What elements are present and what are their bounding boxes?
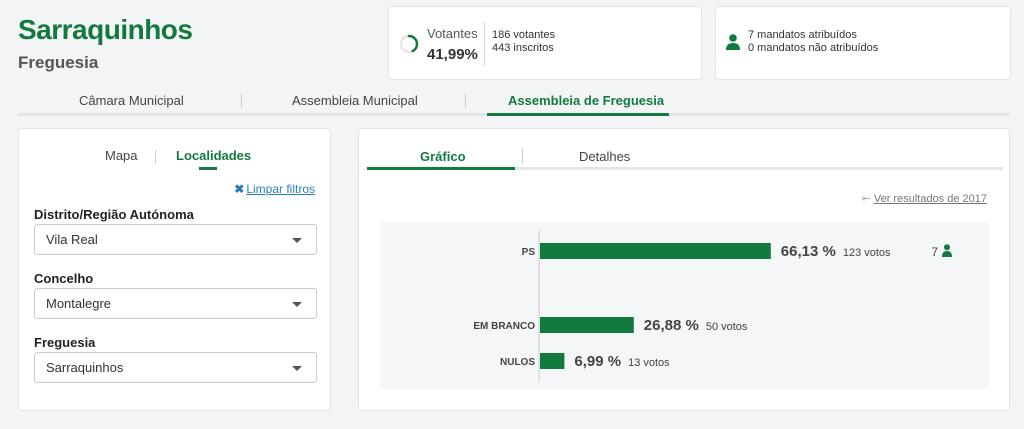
tab-grafico[interactable]: Gráfico (420, 149, 466, 164)
bar-votes-label: 13 votos (628, 357, 670, 369)
bar-category-label: PS (522, 247, 536, 258)
freguesia-select[interactable]: Sarraquinhos (34, 352, 317, 383)
tab-assembleia-freguesia[interactable]: Assembleia de Freguesia (508, 93, 664, 108)
bar-percent-label: 26,88 % (644, 317, 699, 334)
registered-count: 443 inscritos (492, 42, 554, 54)
tab-camara-municipal[interactable]: Câmara Municipal (79, 93, 184, 108)
distrito-label: Distrito/Região Autónoma (34, 207, 194, 222)
tab-localidades[interactable]: Localidades (176, 148, 251, 163)
previous-results-label: Ver resultados de 2017 (873, 193, 987, 205)
votantes-label: Votantes (427, 26, 478, 41)
active-tab-indicator (367, 167, 515, 170)
tab-separator (465, 94, 466, 108)
bar-votes-label: 123 votos (843, 247, 891, 259)
unassigned-seats: 0 mandatos não atribuídos (748, 42, 879, 54)
freguesia-label: Freguesia (34, 335, 96, 350)
distrito-value: Vila Real (46, 232, 98, 247)
close-icon: ✖ (234, 182, 245, 196)
active-tab-indicator (487, 113, 669, 116)
distrito-select[interactable]: Vila Real (34, 224, 317, 255)
caret-down-icon (292, 302, 302, 307)
caret-down-icon (292, 238, 302, 243)
results-bar-chart: PS 66,13 % 123 votos 7 EM BRANCO 26,88 % 50 vo… (473, 230, 952, 382)
result-bar (540, 243, 771, 259)
tab-separator (522, 149, 523, 163)
results-chart: PS 66,13 % 123 votos 7 EM BRANCO 26,88 % 50 vo… (380, 222, 989, 389)
election-tabs: Câmara Municipal Assembleia Municipal As… (18, 86, 1010, 116)
bar-percent-label: 6,99 % (574, 353, 621, 370)
bar-votes-label: 50 votos (706, 321, 748, 333)
caret-down-icon (292, 366, 302, 371)
bar-category-label: NULOS (500, 357, 535, 368)
assigned-seats: 7 mandatos atribuídos (748, 29, 857, 41)
arrow-left-icon: ⇽ (861, 193, 871, 205)
location-filter-panel: Mapa Localidades ✖ Limpar filtros Distrit… (18, 128, 331, 411)
votantes-card: Votantes 41,99% 186 votantes 443 inscrit… (388, 6, 702, 80)
person-icon (942, 244, 952, 257)
municipality-title: Sarraquinhos (18, 14, 193, 45)
freguesia-value: Sarraquinhos (46, 360, 124, 375)
clear-filters-label: Limpar filtros (246, 182, 315, 196)
tab-separator (155, 150, 156, 163)
result-bar (540, 353, 565, 369)
tab-assembleia-municipal[interactable]: Assembleia Municipal (292, 93, 418, 108)
concelho-value: Montalegre (46, 296, 112, 311)
turnout-ring-icon (399, 34, 419, 54)
concelho-label: Concelho (34, 271, 94, 286)
result-bar (540, 317, 634, 333)
previous-results-link[interactable]: ⇽ Ver resultados de 2017 (862, 192, 987, 205)
tab-mapa[interactable]: Mapa (105, 148, 138, 163)
results-panel: Gráfico Detalhes ⇽ Ver resultados de 201… (358, 128, 1010, 411)
municipality-subtitle: Freguesia (18, 53, 99, 72)
concelho-select[interactable]: Montalegre (34, 288, 317, 319)
bar-seats-label: 7 (931, 245, 938, 259)
voters-count: 186 votantes (492, 29, 555, 41)
votantes-percent: 41,99% (427, 46, 478, 63)
clear-filters-link[interactable]: ✖ Limpar filtros (234, 182, 315, 196)
tab-detalhes[interactable]: Detalhes (579, 149, 630, 164)
active-tab-indicator (199, 167, 217, 170)
person-icon (726, 34, 740, 50)
votantes-divider (484, 22, 485, 66)
bar-category-label: EM BRANCO (473, 321, 535, 332)
tab-separator (241, 94, 242, 108)
mandatos-card: 7 mandatos atribuídos 0 mandatos não atr… (715, 6, 1011, 80)
bar-percent-label: 66,13 % (781, 243, 836, 260)
